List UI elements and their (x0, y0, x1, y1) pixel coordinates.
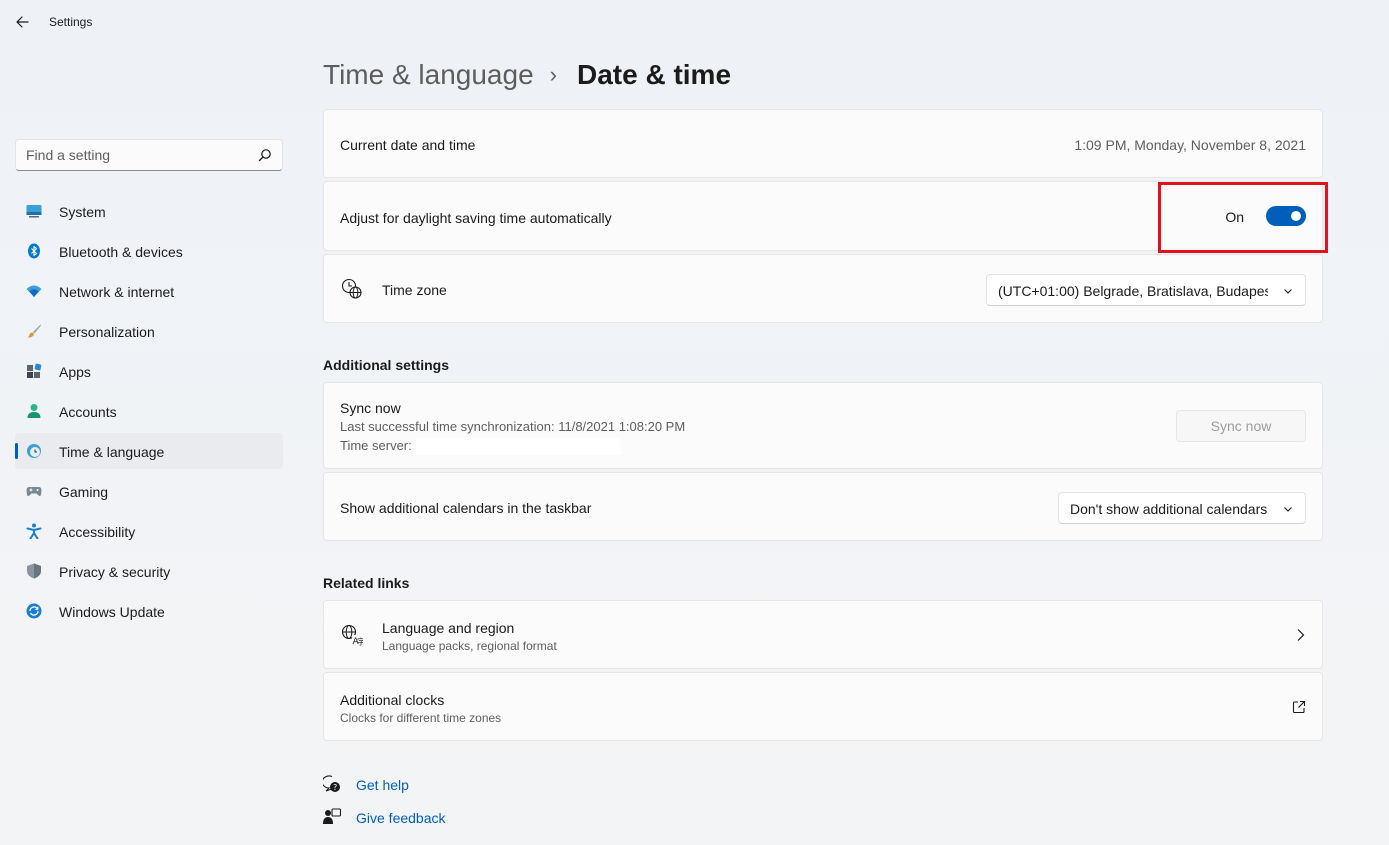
chevron-right-icon (1297, 629, 1305, 641)
current-datetime-value: 1:09 PM, Monday, November 8, 2021 (1074, 137, 1306, 153)
additional-clocks-link[interactable]: Additional clocks Clocks for different t… (323, 672, 1323, 741)
wifi-icon (26, 285, 42, 297)
search-input[interactable] (26, 140, 252, 170)
search-box[interactable] (15, 139, 283, 171)
sidebar-item-label: Accounts (59, 404, 117, 420)
update-icon (26, 603, 42, 619)
sync-card: Sync now Last successful time synchroniz… (323, 382, 1323, 469)
sidebar-item-label: Network & internet (59, 284, 175, 300)
sidebar-item-label: System (59, 204, 106, 220)
sidebar-item-label: Time & language (59, 444, 165, 460)
title-bar: Settings (0, 0, 1389, 44)
paintbrush-icon (27, 324, 41, 338)
chevron-down-icon (1284, 507, 1292, 512)
sidebar-item-label: Bluetooth & devices (59, 244, 183, 260)
time-server-label: Time server: (340, 438, 412, 453)
help-chat-icon: ? (323, 775, 340, 792)
time-zone-card: Time zone (UTC+01:00) Belgrade, Bratisla… (323, 254, 1323, 323)
time-server-value (416, 438, 621, 455)
sidebar-item-system[interactable]: System (15, 193, 283, 229)
language-region-link[interactable]: A 字 Language and region Language packs, … (323, 600, 1323, 669)
current-datetime-label: Current date and time (340, 137, 476, 153)
sidebar-item-gaming[interactable]: Gaming (15, 473, 283, 509)
breadcrumb-parent[interactable]: Time & language (323, 59, 534, 91)
time-zone-selected: (UTC+01:00) Belgrade, Bratislava, Budape… (998, 283, 1268, 299)
language-icon: A 字 (341, 624, 363, 646)
back-arrow-icon[interactable] (12, 12, 32, 32)
feedback-icon (323, 808, 341, 824)
svg-text:字: 字 (357, 637, 363, 647)
sync-now-button[interactable]: Sync now (1176, 410, 1306, 442)
app-title: Settings (49, 15, 93, 29)
language-region-title: Language and region (382, 620, 515, 636)
sidebar-item-personalization[interactable]: Personalization (15, 313, 283, 349)
accessibility-icon (26, 523, 42, 539)
additional-clocks-subtitle: Clocks for different time zones (340, 711, 502, 725)
svg-text:?: ? (333, 783, 337, 792)
sidebar-item-label: Windows Update (59, 604, 165, 620)
time-zone-label: Time zone (382, 282, 447, 298)
breadcrumb-separator: › (549, 62, 557, 87)
gamepad-icon (26, 487, 42, 496)
sidebar-item-label: Personalization (59, 324, 155, 340)
language-region-subtitle: Language packs, regional format (382, 639, 557, 653)
system-monitor-icon (26, 205, 42, 218)
sidebar-item-label: Accessibility (59, 524, 136, 540)
sync-title: Sync now (340, 400, 401, 416)
sidebar-item-windows-update[interactable]: Windows Update (15, 593, 283, 629)
chevron-down-icon (1284, 289, 1292, 294)
sidebar-item-apps[interactable]: Apps (15, 353, 283, 389)
sidebar-nav: System Bluetooth & devices Network & int… (15, 193, 283, 633)
give-feedback-label[interactable]: Give feedback (356, 810, 446, 826)
globe-clock-icon (341, 278, 362, 299)
sidebar-item-label: Apps (59, 364, 91, 380)
breadcrumb: Time & language › Date & time (323, 55, 731, 95)
related-links-heading: Related links (323, 575, 410, 591)
sidebar-item-label: Gaming (59, 484, 109, 500)
calendars-label: Show additional calendars in the taskbar (340, 500, 592, 516)
daylight-saving-label: Adjust for daylight saving time automati… (340, 210, 612, 226)
sidebar-item-accessibility[interactable]: Accessibility (15, 513, 283, 549)
current-datetime-card: Current date and time 1:09 PM, Monday, N… (323, 109, 1323, 178)
get-help-label[interactable]: Get help (356, 777, 409, 793)
sidebar-item-bluetooth[interactable]: Bluetooth & devices (15, 233, 283, 269)
bluetooth-icon (28, 243, 40, 259)
highlight-annotation (1158, 182, 1328, 253)
sidebar-item-accounts[interactable]: Accounts (15, 393, 283, 429)
additional-settings-heading: Additional settings (323, 357, 449, 373)
calendars-selected: Don't show additional calendars (1070, 501, 1268, 517)
open-external-icon (1292, 700, 1306, 714)
calendars-dropdown[interactable]: Don't show additional calendars (1058, 492, 1306, 524)
sidebar-item-privacy[interactable]: Privacy & security (15, 553, 283, 589)
last-sync-text: Last successful time synchronization: 11… (340, 419, 686, 434)
sidebar-item-label: Privacy & security (59, 564, 171, 580)
sidebar-item-time-language[interactable]: Time & language (15, 433, 283, 469)
shield-icon (27, 563, 41, 579)
apps-icon (27, 363, 42, 378)
search-icon[interactable] (258, 148, 272, 162)
page-title: Date & time (576, 59, 732, 90)
additional-clocks-title: Additional clocks (340, 692, 445, 708)
time-zone-dropdown[interactable]: (UTC+01:00) Belgrade, Bratislava, Budape… (986, 274, 1306, 306)
globe-clock-icon (27, 444, 41, 458)
person-icon (27, 404, 41, 418)
calendars-card: Show additional calendars in the taskbar… (323, 472, 1323, 541)
sidebar-item-network[interactable]: Network & internet (15, 273, 283, 309)
